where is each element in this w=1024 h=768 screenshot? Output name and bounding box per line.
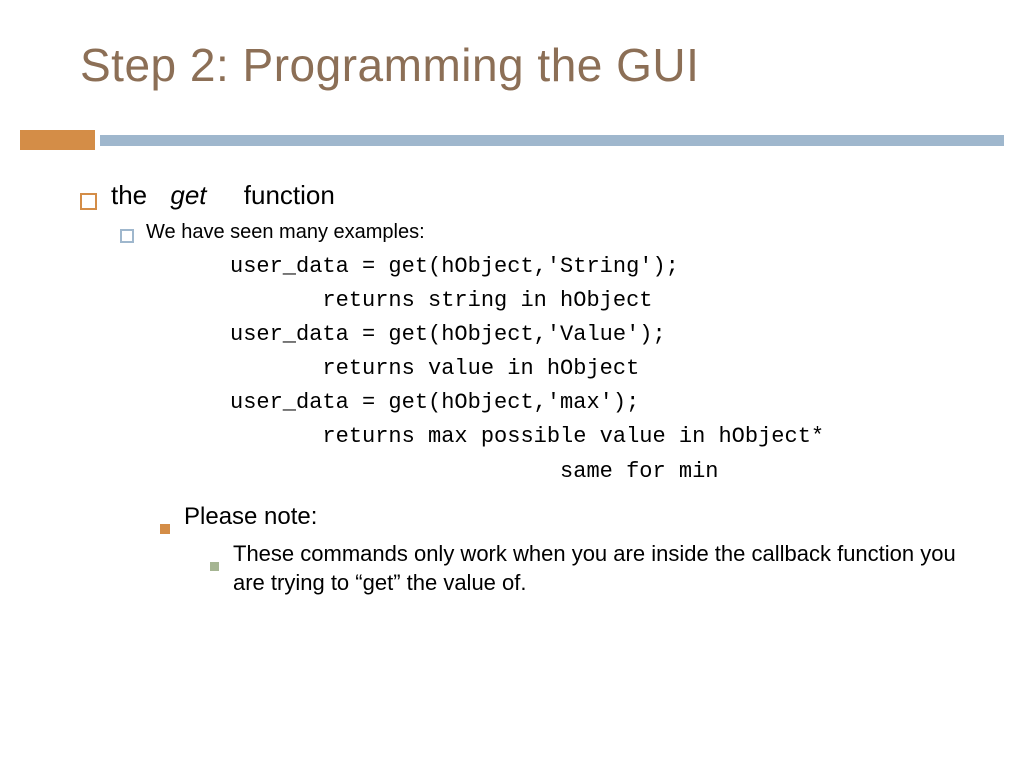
bullet1-post: function [244, 180, 335, 210]
bullet-level1: the get function [80, 180, 984, 211]
code-block: user_data = get(hObject,'String'); retur… [230, 250, 984, 489]
note-sub-bullet: These commands only work when you are in… [210, 539, 984, 598]
bullet2-text: We have seen many examples: [146, 221, 425, 244]
code-line: same for min [230, 459, 718, 484]
code-line: returns value in hObject [230, 356, 639, 381]
bullet1-text: the get function [111, 180, 335, 211]
slide: Step 2: Programming the GUI the get func… [0, 0, 1024, 768]
code-line: returns string in hObject [230, 288, 652, 313]
bullet-marker-solid-olive [210, 562, 219, 571]
bullet-level2: We have seen many examples: [120, 221, 984, 244]
slide-body: the get function We have seen many examp… [80, 180, 984, 598]
code-line: user_data = get(hObject,'max'); [230, 390, 639, 415]
code-line: returns max possible value in hObject* [230, 424, 824, 449]
divider-bar [0, 130, 1024, 150]
slide-title: Step 2: Programming the GUI [0, 0, 1024, 92]
bullet-marker-hollow-blue [120, 229, 134, 243]
note-title: Please note: [184, 503, 317, 531]
accent-bar-blue [100, 135, 1004, 146]
bullet-marker-solid-orange [160, 524, 170, 534]
bullet1-em: get [170, 180, 206, 210]
accent-block-orange [20, 130, 95, 150]
code-line: user_data = get(hObject,'String'); [230, 254, 679, 279]
note-bullet: Please note: [160, 503, 984, 531]
bullet-marker-hollow-orange [80, 193, 97, 210]
note-body: These commands only work when you are in… [233, 539, 973, 598]
bullet1-pre: the [111, 180, 147, 210]
code-line: user_data = get(hObject,'Value'); [230, 322, 666, 347]
